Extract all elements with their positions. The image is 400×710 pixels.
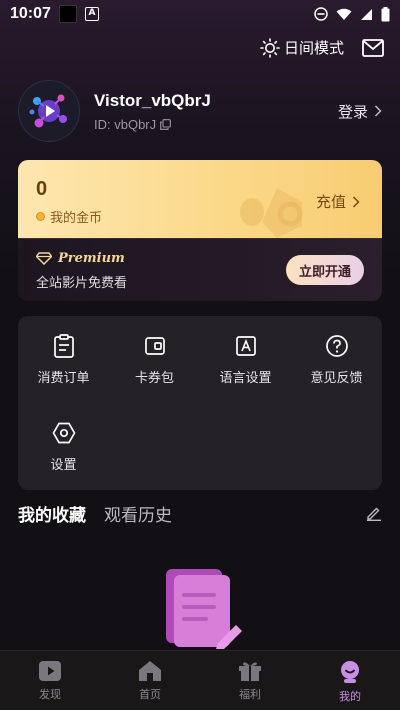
- home-icon: [139, 661, 161, 681]
- dnd-icon: [314, 7, 328, 21]
- app-logo-icon: [29, 94, 67, 128]
- nav-label: 福利: [239, 688, 261, 701]
- profile-section: Vistor_vbQbrJ ID: vbQbrJ 登录: [18, 78, 382, 144]
- play-square-icon: [39, 661, 61, 681]
- avatar[interactable]: [18, 80, 80, 142]
- notification-a-icon: A: [84, 7, 99, 21]
- profile-icon: [341, 661, 359, 683]
- premium-title: Premium: [58, 251, 125, 266]
- status-bar: 10:07 A: [0, 0, 400, 28]
- collection-tabs: 我的收藏 观看历史: [18, 500, 382, 526]
- empty-document-icon: [166, 569, 242, 649]
- login-label: 登录: [337, 102, 368, 121]
- coin-section: 0 我的金币 充值: [18, 160, 382, 238]
- help-icon: [325, 335, 348, 357]
- coin-icon: [36, 212, 45, 221]
- login-button[interactable]: 登录: [338, 101, 382, 122]
- tab-favorites[interactable]: 我的收藏: [18, 501, 86, 526]
- username: Vistor_vbQbrJ: [94, 90, 211, 110]
- chevron-right-icon: [374, 105, 382, 117]
- copy-icon[interactable]: [160, 118, 171, 130]
- sun-icon: [260, 37, 280, 58]
- mail-icon[interactable]: [362, 38, 384, 57]
- recharge-button[interactable]: 充值: [316, 191, 360, 212]
- signal-icon: [361, 8, 372, 20]
- nav-mine[interactable]: 我的: [300, 651, 400, 710]
- status-time: 10:07: [10, 5, 51, 22]
- menu-item-label: 意见反馈: [310, 371, 363, 386]
- menu-item-settings[interactable]: 设置: [18, 420, 109, 473]
- nav-discover[interactable]: 发现: [0, 651, 100, 710]
- chevron-right-icon: [352, 195, 360, 208]
- menu-item-feedback[interactable]: 意见反馈: [291, 333, 382, 386]
- empty-state-illustration: [162, 565, 246, 653]
- menu-item-orders[interactable]: 消费订单: [18, 333, 109, 386]
- menu-item-label: 语言设置: [219, 371, 272, 386]
- language-icon: [235, 336, 256, 356]
- day-mode-toggle[interactable]: 日间模式: [260, 37, 344, 58]
- menu-item-label: 消费订单: [37, 371, 90, 386]
- menu-item-coupons[interactable]: 卡券包: [109, 333, 200, 386]
- day-mode-label: 日间模式: [283, 39, 344, 57]
- menu-item-label: 卡券包: [134, 371, 174, 386]
- coin-label: 我的金币: [50, 211, 103, 226]
- menu-item-language[interactable]: 语言设置: [200, 333, 291, 386]
- battery-icon: [381, 6, 390, 21]
- notification-square-icon: [58, 5, 77, 23]
- settings-icon: [52, 422, 75, 444]
- clipboard-icon: [53, 334, 74, 358]
- gift-icon: [239, 662, 261, 681]
- edit-icon[interactable]: [366, 505, 382, 521]
- nav-label: 我的: [339, 690, 361, 703]
- wifi-icon: [336, 8, 352, 20]
- menu-item-label: 设置: [50, 458, 77, 473]
- open-premium-button[interactable]: 立即开通: [286, 255, 364, 285]
- bottom-nav: 发现 首页 福利 我的: [0, 650, 400, 710]
- decorative-coin-pattern-icon: [240, 188, 303, 238]
- recharge-label: 充值: [315, 193, 346, 211]
- nav-home[interactable]: 首页: [100, 651, 200, 710]
- menu-grid: 消费订单 卡券包 语言设置 意见反馈 设置: [18, 316, 382, 490]
- nav-label: 首页: [139, 688, 161, 701]
- premium-section: Premium 全站影片免费看 立即开通: [18, 238, 382, 301]
- wallet-icon: [144, 337, 165, 355]
- tab-history[interactable]: 观看历史: [104, 501, 172, 526]
- user-id: ID: vbQbrJ: [94, 116, 157, 132]
- nav-welfare[interactable]: 福利: [200, 651, 300, 710]
- wallet-card: 0 我的金币 充值 Premium 全站影片免费看 立即开通: [18, 160, 382, 301]
- diamond-icon: [36, 252, 52, 265]
- nav-label: 发现: [39, 688, 61, 701]
